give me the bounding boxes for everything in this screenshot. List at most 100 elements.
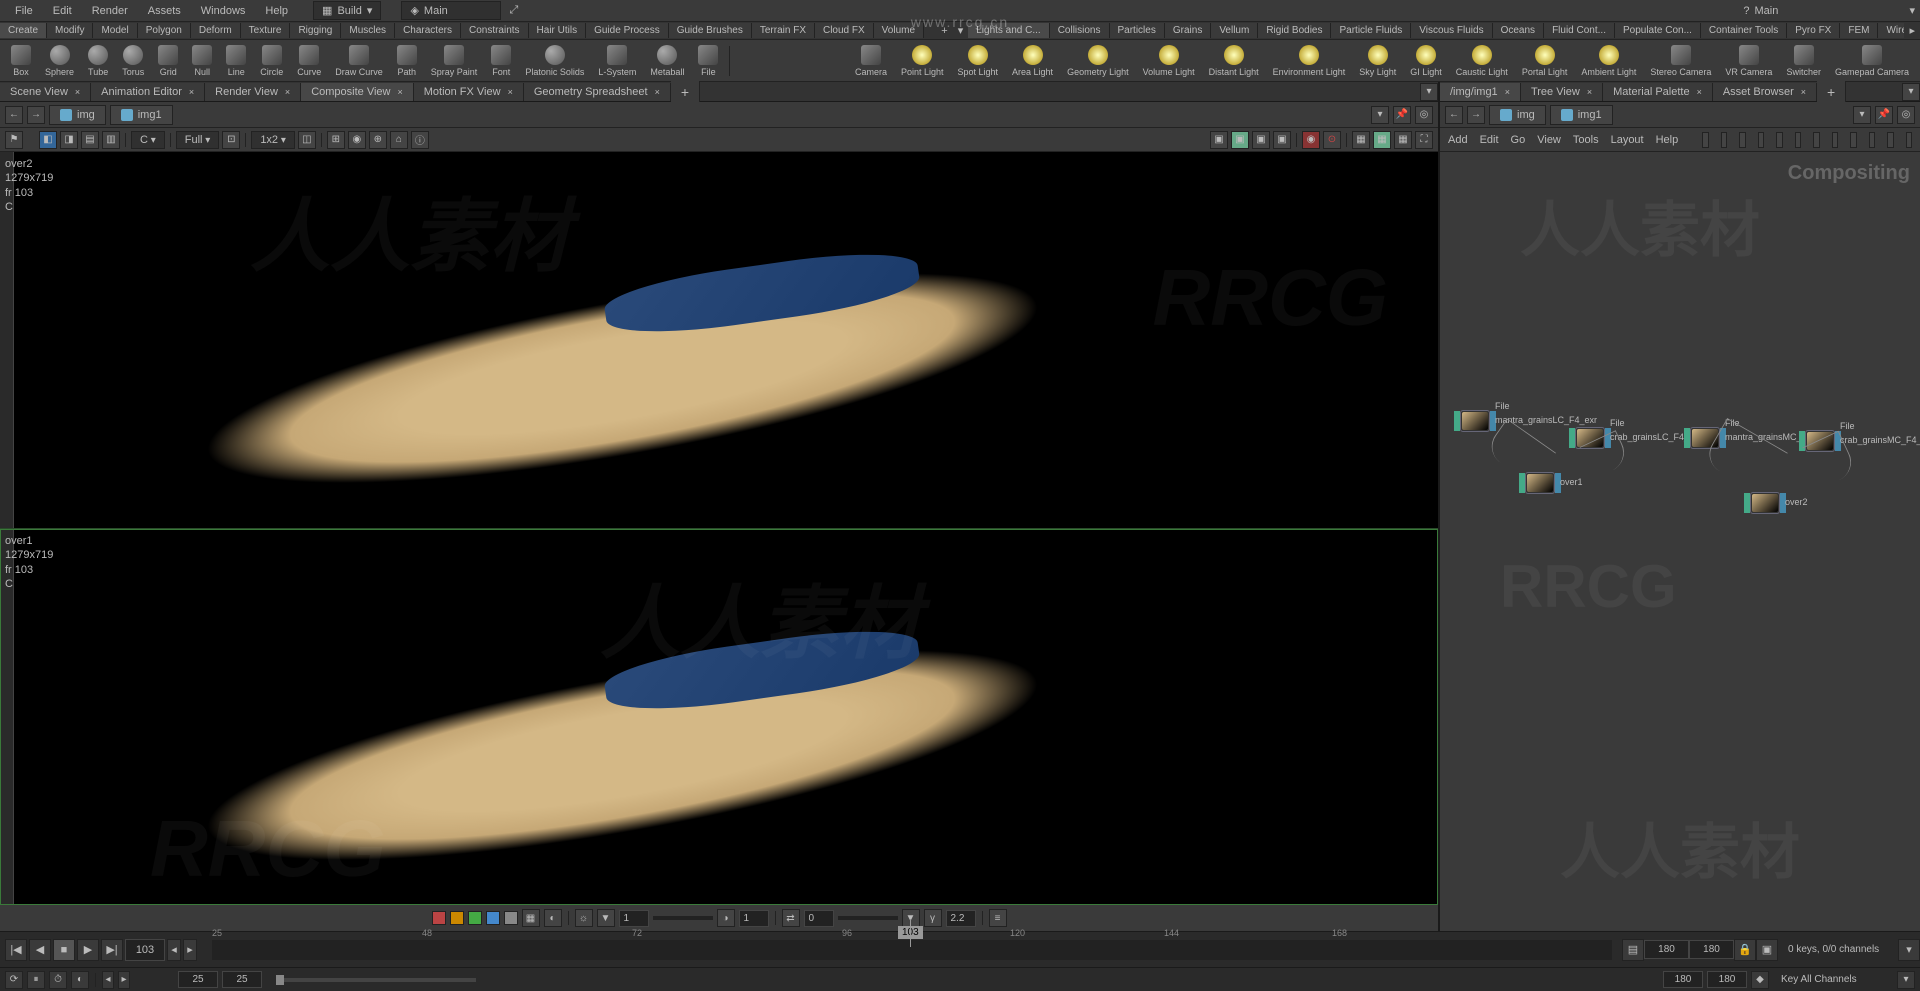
tl-opt-a[interactable]: ▤: [1622, 939, 1644, 961]
menu-windows[interactable]: Windows: [191, 2, 256, 20]
display-flag[interactable]: [1744, 493, 1750, 513]
pane-tab[interactable]: /img/img1×: [1440, 83, 1521, 101]
magnet-icon[interactable]: ⊙: [1323, 131, 1341, 149]
tool-font[interactable]: Font: [485, 43, 517, 79]
shelf-tab[interactable]: Lights and C...: [968, 23, 1049, 38]
shelf-tab[interactable]: Deform: [191, 23, 241, 38]
vr-d-icon[interactable]: ▣: [1273, 131, 1291, 149]
shelf-tab[interactable]: Modify: [47, 23, 93, 38]
tool-metaball[interactable]: Metaball: [644, 43, 690, 79]
shelf-tab[interactable]: Guide Brushes: [669, 23, 752, 38]
path-chip-img[interactable]: img: [49, 105, 106, 125]
shelf-tab[interactable]: FEM: [1840, 23, 1878, 38]
tool-area-light[interactable]: Area Light: [1006, 43, 1059, 79]
menu-help[interactable]: Help: [255, 2, 298, 20]
tool-gamepad-camera[interactable]: Gamepad Camera: [1829, 43, 1915, 79]
pane-tab[interactable]: Geometry Spreadsheet×: [524, 83, 671, 101]
lut-icon[interactable]: ≡: [989, 909, 1007, 927]
channel-dropdown[interactable]: C ▾: [131, 131, 165, 149]
opt-a-icon[interactable]: ◧: [39, 131, 57, 149]
net-menu-help[interactable]: Help: [1656, 134, 1679, 146]
close-icon[interactable]: ×: [397, 87, 402, 97]
shift-input[interactable]: [804, 910, 834, 927]
tool-path[interactable]: Path: [391, 43, 423, 79]
back-icon[interactable]: ←: [1445, 106, 1463, 124]
display-flag[interactable]: [1684, 428, 1690, 448]
color-green[interactable]: [468, 911, 482, 925]
opt-c-icon[interactable]: ▤: [81, 131, 99, 149]
pane-tab[interactable]: Tree View×: [1521, 83, 1603, 101]
grid-a-icon[interactable]: ▦: [1352, 131, 1370, 149]
shelf-tab[interactable]: Oceans: [1493, 23, 1544, 38]
desktop-dropdown[interactable]: ▦ Build ▾: [313, 1, 381, 20]
close-icon[interactable]: ×: [285, 87, 290, 97]
net-menu-tools[interactable]: Tools: [1573, 134, 1599, 146]
opt-h-icon[interactable]: ⌂: [390, 131, 408, 149]
shelf-tab[interactable]: Terrain FX: [752, 23, 815, 38]
network-canvas[interactable]: Compositing 人人素材 RRCG 人人素材 Filemantra_gr…: [1440, 152, 1920, 931]
layout-a-icon[interactable]: ◫: [298, 131, 316, 149]
grid-c-icon[interactable]: ▦: [1394, 131, 1412, 149]
shelf-tab[interactable]: Particle Fluids: [1331, 23, 1411, 38]
menu-file[interactable]: File: [5, 2, 43, 20]
tool-gi-light[interactable]: GI Light: [1404, 43, 1448, 79]
frame-step-back[interactable]: ◂: [167, 939, 181, 961]
tl-opt-b[interactable]: ▣: [1756, 939, 1778, 961]
shelf-tab[interactable]: Collisions: [1050, 23, 1110, 38]
color-gray[interactable]: [504, 911, 518, 925]
tool-portal-light[interactable]: Portal Light: [1516, 43, 1574, 79]
info-icon[interactable]: ⓘ: [411, 131, 429, 149]
tool-switcher[interactable]: Switcher: [1780, 43, 1827, 79]
forward-icon[interactable]: →: [1467, 106, 1485, 124]
tool-null[interactable]: Null: [186, 43, 218, 79]
shelf-tab[interactable]: Container Tools: [1701, 23, 1787, 38]
end-frame-1[interactable]: [1644, 940, 1689, 959]
bright-icon[interactable]: ☼: [575, 909, 593, 927]
tool-tube[interactable]: Tube: [82, 43, 114, 79]
shelf-tab[interactable]: Pyro FX: [1787, 23, 1840, 38]
net-menu-go[interactable]: Go: [1511, 134, 1526, 146]
add-shelf-tab[interactable]: +: [936, 25, 952, 37]
bb-time-icon[interactable]: ⏱: [49, 971, 67, 989]
shelf-tab[interactable]: Rigid Bodies: [1258, 23, 1331, 38]
help-icon[interactable]: ?: [1743, 5, 1749, 17]
display-flag[interactable]: [1569, 428, 1575, 448]
end-frame-2[interactable]: [1689, 940, 1734, 959]
play-icon[interactable]: ▶: [77, 939, 99, 961]
tool-line[interactable]: Line: [220, 43, 252, 79]
tool-circle[interactable]: Circle: [254, 43, 289, 79]
tool-vr-camera[interactable]: VR Camera: [1719, 43, 1778, 79]
path-chip-img[interactable]: img: [1489, 105, 1546, 125]
chevron-down-icon[interactable]: ▾: [1853, 106, 1871, 124]
net-ico-f[interactable]: [1795, 132, 1801, 148]
shelf-menu[interactable]: ▾: [953, 24, 969, 37]
brightness-slider[interactable]: [653, 916, 713, 920]
tool-ambient-light[interactable]: Ambient Light: [1575, 43, 1642, 79]
pin-icon[interactable]: 📌: [1875, 106, 1893, 124]
shelf-tab[interactable]: Characters: [395, 23, 461, 38]
range-end-2[interactable]: [1707, 971, 1747, 988]
net-menu-add[interactable]: Add: [1448, 134, 1468, 146]
viewer-tile-bottom[interactable]: over1 1279x719 fr 103 C 人人素材 RRCG: [0, 529, 1438, 905]
net-menu-view[interactable]: View: [1537, 134, 1561, 146]
tool-environment-light[interactable]: Environment Light: [1267, 43, 1352, 79]
opt-d-icon[interactable]: ▥: [102, 131, 120, 149]
pane-menu-icon[interactable]: ▾: [1902, 83, 1920, 101]
bb-auto-icon[interactable]: ⟳: [5, 971, 23, 989]
shelf-tab[interactable]: Guide Process: [586, 23, 669, 38]
net-ico-h[interactable]: [1832, 132, 1838, 148]
opt-g-icon[interactable]: ⊕: [369, 131, 387, 149]
net-ico-a[interactable]: [1702, 132, 1708, 148]
radial-menu-dropdown[interactable]: ◈ Main: [401, 1, 501, 20]
net-ico-l[interactable]: [1906, 132, 1912, 148]
shelf-tab[interactable]: Constraints: [461, 23, 529, 38]
tool-geometry-light[interactable]: Geometry Light: [1061, 43, 1135, 79]
vr-b-icon[interactable]: ▣: [1231, 131, 1249, 149]
brightness-input[interactable]: [619, 910, 649, 927]
tool-draw-curve[interactable]: Draw Curve: [329, 43, 389, 79]
tool-torus[interactable]: Torus: [116, 43, 150, 79]
opt-flag-icon[interactable]: ⚑: [5, 131, 23, 149]
shelf-tab[interactable]: Fluid Cont...: [1544, 23, 1615, 38]
pane-tab[interactable]: Material Palette×: [1603, 83, 1713, 101]
pane-menu-icon[interactable]: ▾: [1420, 83, 1438, 101]
